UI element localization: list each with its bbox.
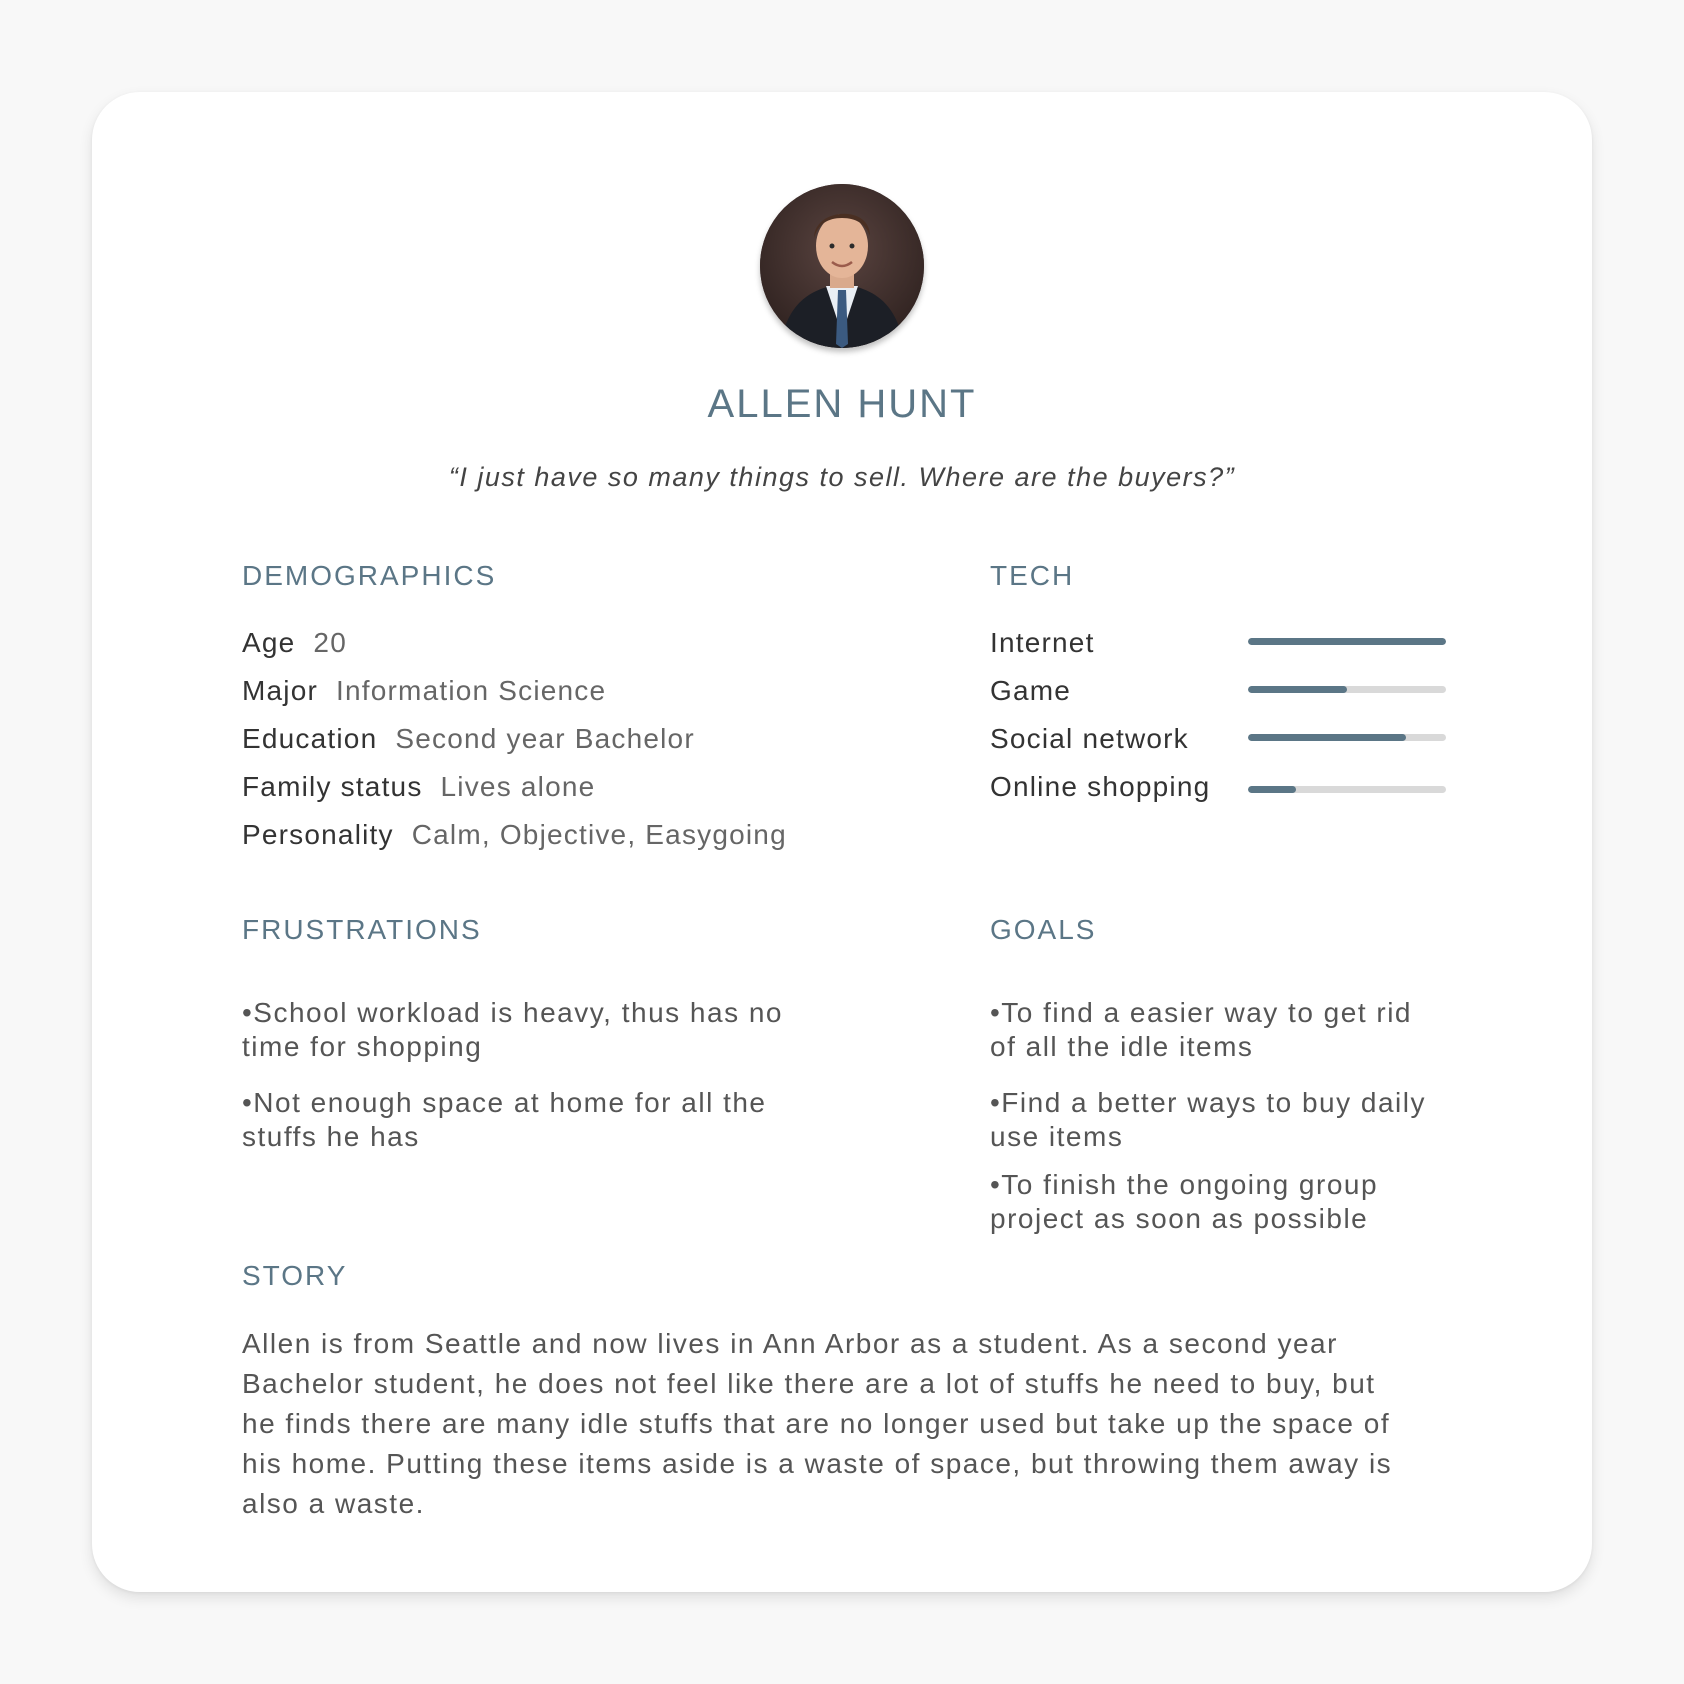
story-line: Allen is from Seattle and now lives in A… xyxy=(242,1328,1338,1359)
demographic-row-family-status: Family status Lives alone xyxy=(242,771,595,803)
demographic-row-education: Education Second year Bachelor xyxy=(242,723,695,755)
story-text: Allen is from Seattle and now lives in A… xyxy=(242,1324,1422,1524)
demographic-row-personality: Personality Calm, Objective, Easygoing xyxy=(242,819,787,851)
goal-line: •Find a better ways to buy daily xyxy=(990,1087,1426,1118)
person-portrait-icon xyxy=(760,184,924,348)
frustration-line: time for shopping xyxy=(242,1031,483,1062)
frustration-line: •School workload is heavy, thus has no xyxy=(242,997,783,1028)
goal-item: •Find a better ways to buy daily use ite… xyxy=(990,1086,1426,1154)
story-line: Bachelor student, he does not feel like … xyxy=(242,1368,1376,1399)
avatar xyxy=(760,184,924,348)
tech-bar-fill xyxy=(1248,734,1407,741)
goal-line: of all the idle items xyxy=(990,1031,1254,1062)
frustrations-title: FRUSTRATIONS xyxy=(242,914,482,945)
goal-line: project as soon as possible xyxy=(990,1203,1369,1234)
goals-title: GOALS xyxy=(990,914,1097,945)
story-line: also a waste. xyxy=(242,1488,425,1519)
persona-quote: “I just have so many things to sell. Whe… xyxy=(448,462,1236,492)
goal-line: •To finish the ongoing group xyxy=(990,1169,1379,1200)
demographic-value: Information Science xyxy=(336,675,607,706)
demographic-label: Education xyxy=(242,723,378,754)
story-line: he finds there are many idle stuffs that… xyxy=(242,1408,1391,1439)
persona-card: ALLEN HUNT “I just have so many things t… xyxy=(92,92,1592,1592)
tech-bar-fill xyxy=(1248,638,1446,645)
tech-bar-social-network xyxy=(1248,734,1446,741)
demographic-value: 20 xyxy=(313,627,347,658)
goal-line: use items xyxy=(990,1121,1124,1152)
tech-label-social-network: Social network xyxy=(990,723,1189,754)
tech-bar-internet xyxy=(1248,638,1446,645)
tech-bar-online-shopping xyxy=(1248,786,1446,793)
goal-item: •To find a easier way to get rid of all … xyxy=(990,996,1412,1064)
demographic-value: Calm, Objective, Easygoing xyxy=(411,819,787,850)
tech-bar-game xyxy=(1248,686,1446,693)
persona-name: ALLEN HUNT xyxy=(707,382,977,426)
story-title: STORY xyxy=(242,1260,348,1291)
goal-item: •To finish the ongoing group project as … xyxy=(990,1168,1378,1236)
demographic-label: Family status xyxy=(242,771,423,802)
frustration-line: •Not enough space at home for all the xyxy=(242,1087,767,1118)
demographic-label: Age xyxy=(242,627,296,658)
demographic-value: Second year Bachelor xyxy=(395,723,695,754)
frustration-line: stuffs he has xyxy=(242,1121,420,1152)
demographic-row-major: Major Information Science xyxy=(242,675,606,707)
tech-bar-fill xyxy=(1248,686,1347,693)
demographic-label: Major xyxy=(242,675,319,706)
demographic-label: Personality xyxy=(242,819,394,850)
demographic-value: Lives alone xyxy=(440,771,596,802)
demographic-row-age: Age 20 xyxy=(242,627,347,659)
story-line: his home. Putting these items aside is a… xyxy=(242,1448,1393,1479)
tech-label-online-shopping: Online shopping xyxy=(990,771,1211,802)
demographics-title: DEMOGRAPHICS xyxy=(242,560,497,591)
tech-title: TECH xyxy=(990,560,1075,591)
tech-label-internet: Internet xyxy=(990,627,1095,658)
goal-line: •To find a easier way to get rid xyxy=(990,997,1412,1028)
frustration-item: •School workload is heavy, thus has no t… xyxy=(242,996,783,1064)
frustration-item: •Not enough space at home for all the st… xyxy=(242,1086,767,1154)
tech-label-game: Game xyxy=(990,675,1072,706)
tech-bar-fill xyxy=(1248,786,1296,793)
